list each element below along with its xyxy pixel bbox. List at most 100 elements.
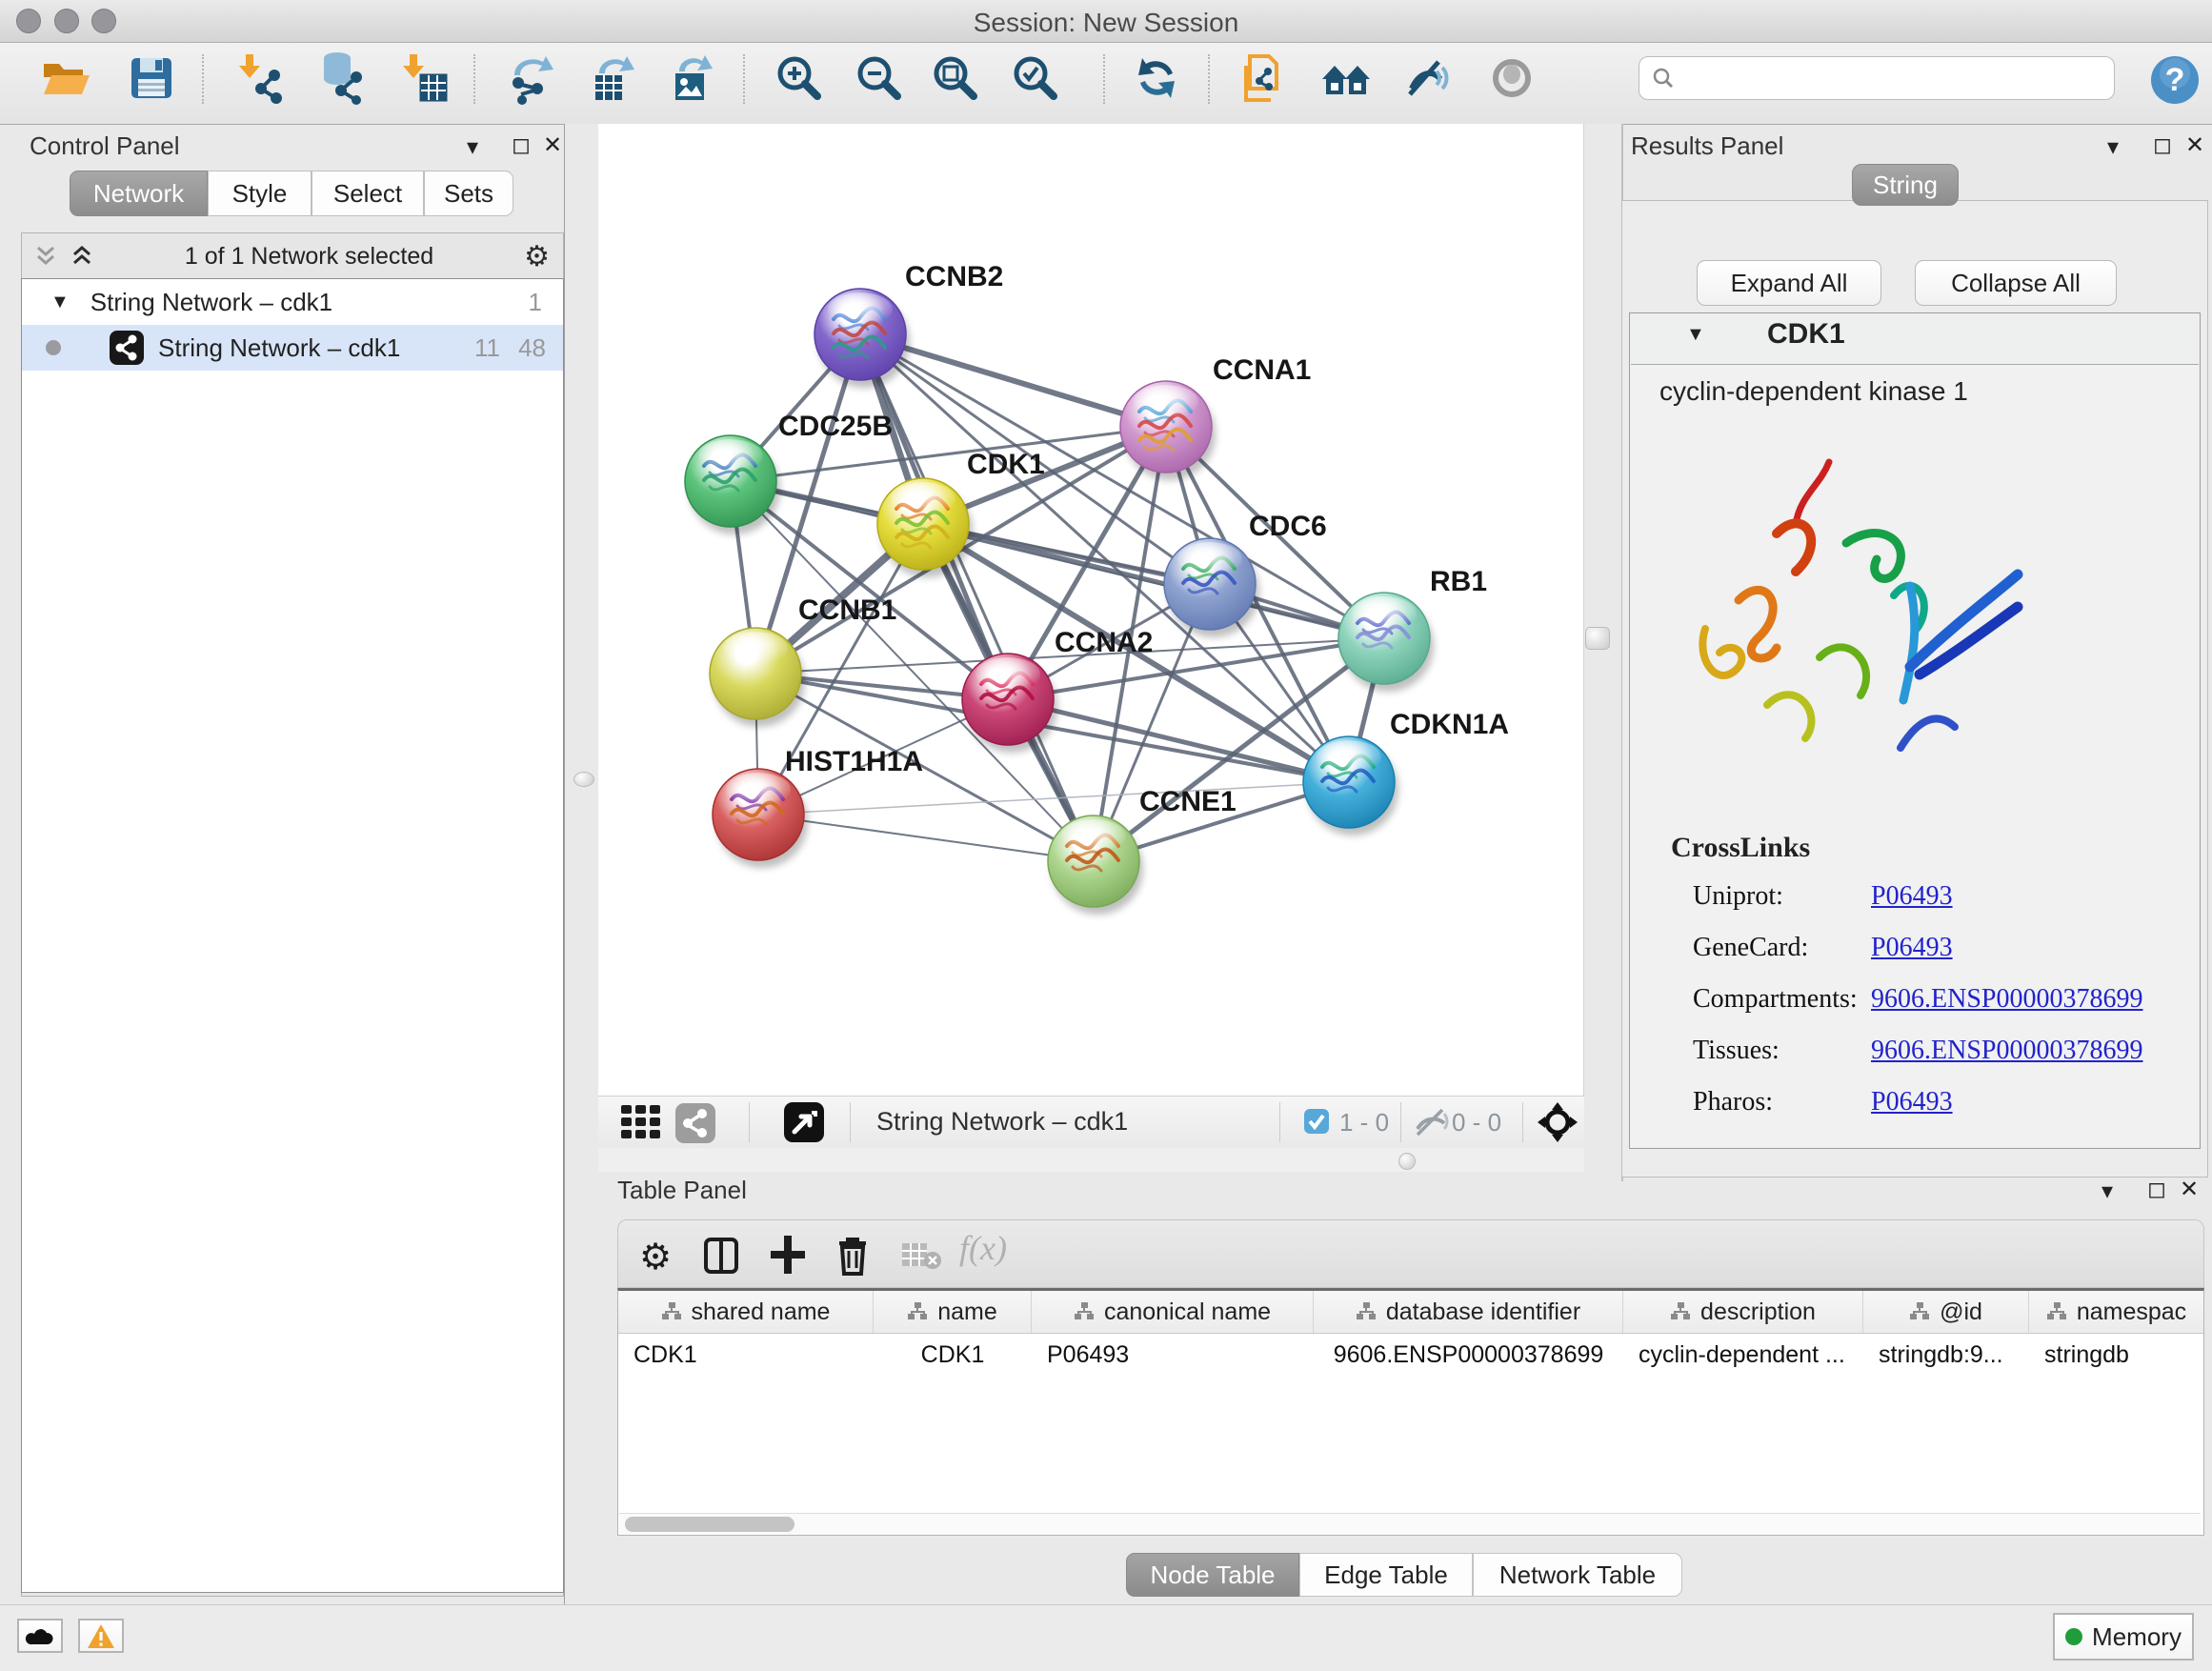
right-splitter-grip[interactable] — [1585, 627, 1610, 650]
column-header[interactable]: namespac — [2029, 1291, 2203, 1333]
network-options-gear-icon[interactable]: ⚙ — [524, 240, 550, 273]
cloud-button[interactable] — [17, 1619, 63, 1653]
warning-button[interactable] — [78, 1619, 124, 1653]
tab-node-table[interactable]: Node Table — [1126, 1553, 1299, 1597]
home-networks-icon[interactable] — [1318, 50, 1374, 106]
tab-edge-table[interactable]: Edge Table — [1299, 1553, 1473, 1597]
open-session-network-icon[interactable] — [1237, 50, 1292, 106]
table-panel-float-icon[interactable]: ◻ — [2147, 1176, 2166, 1203]
table-horizontal-scrollbar[interactable] — [619, 1513, 2201, 1535]
import-network-file-icon[interactable] — [232, 50, 288, 106]
open-folder-icon[interactable] — [38, 50, 93, 106]
zoom-selected-icon[interactable] — [1008, 50, 1063, 106]
cell-canonical-name[interactable]: P06493 — [1032, 1334, 1314, 1376]
tab-style[interactable]: Style — [208, 171, 312, 216]
left-splitter-grip[interactable] — [573, 772, 594, 787]
function-builder-icon[interactable]: f(x) — [959, 1228, 1007, 1268]
grid-view-icon[interactable] — [619, 1103, 663, 1141]
add-column-icon[interactable] — [769, 1234, 807, 1276]
tab-network-table[interactable]: Network Table — [1473, 1553, 1682, 1597]
column-header[interactable]: database identifier — [1314, 1291, 1623, 1333]
birds-eye-view-icon[interactable] — [783, 1101, 825, 1143]
results-panel-float-icon[interactable]: ◻ — [2153, 131, 2172, 159]
delete-column-icon[interactable] — [835, 1234, 870, 1276]
control-panel-float-icon[interactable]: ◻ — [512, 131, 531, 159]
import-table-file-icon[interactable] — [396, 50, 452, 106]
hide-unhide-icon[interactable] — [1400, 50, 1456, 106]
footer-separator — [1279, 1102, 1280, 1142]
crosslink-genecard-link[interactable]: P06493 — [1871, 933, 1953, 963]
footer-separator — [850, 1102, 851, 1142]
main-toolbar: ? — [0, 43, 2212, 125]
column-header[interactable]: shared name — [618, 1291, 874, 1333]
network-canvas[interactable]: CCNB2CCNA1CDC25BCDK1CDC6RB1CCNB1CCNA2CDK… — [598, 124, 1584, 1096]
memory-button[interactable]: Memory — [2053, 1613, 2194, 1661]
export-image-icon[interactable] — [666, 50, 721, 106]
table-panel-close-icon[interactable]: ✕ — [2180, 1176, 2199, 1203]
title-bar: Session: New Session — [0, 0, 2212, 43]
network-collection-row[interactable]: ▼ String Network – cdk1 1 — [22, 279, 563, 325]
selected-checkbox-icon[interactable] — [1303, 1108, 1330, 1135]
expand-all-icon[interactable] — [70, 244, 94, 269]
export-network-icon[interactable] — [505, 50, 560, 106]
horizontal-splitter-grip[interactable] — [1398, 1153, 1416, 1170]
cell-namespace[interactable]: stringdb — [2029, 1334, 2203, 1376]
cell-name[interactable]: CDK1 — [874, 1334, 1032, 1376]
column-header[interactable]: canonical name — [1032, 1291, 1314, 1333]
export-table-icon[interactable] — [586, 50, 641, 106]
left-splitter[interactable] — [564, 124, 599, 1604]
crosslink-compartments-link[interactable]: 9606.ENSP00000378699 — [1871, 984, 2142, 1015]
hidden-eye-icon[interactable] — [1412, 1104, 1450, 1140]
svg-text:?: ? — [2165, 62, 2185, 98]
zoom-fit-icon[interactable] — [928, 50, 983, 106]
cell-shared-name[interactable]: CDK1 — [618, 1334, 874, 1376]
control-panel-menu-icon[interactable]: ▾ — [467, 133, 478, 161]
collapse-all-button[interactable]: Collapse All — [1915, 260, 2117, 306]
import-network-database-icon[interactable] — [312, 50, 368, 106]
right-splitter[interactable] — [1584, 124, 1621, 1172]
crosslink-pharos-link[interactable]: P06493 — [1871, 1087, 1953, 1117]
table-options-gear-icon[interactable]: ⚙ — [639, 1236, 672, 1278]
warning-icon — [87, 1623, 115, 1649]
tab-sets[interactable]: Sets — [424, 171, 513, 216]
table-row[interactable]: CDK1 CDK1 P06493 9606.ENSP00000378699 cy… — [618, 1334, 2203, 1376]
collection-expander-icon[interactable]: ▼ — [50, 292, 70, 313]
delete-table-icon-disabled[interactable] — [900, 1241, 942, 1270]
show-preview-icon[interactable] — [1484, 50, 1539, 106]
results-panel-menu-icon[interactable]: ▾ — [2107, 133, 2119, 161]
crosslink-uniprot-link[interactable]: P06493 — [1871, 881, 1953, 912]
column-header[interactable]: description — [1623, 1291, 1863, 1333]
table-panel-title: Table Panel — [617, 1176, 747, 1205]
svg-text:CDK1: CDK1 — [967, 449, 1045, 480]
cell-database-identifier[interactable]: 9606.ENSP00000378699 — [1314, 1334, 1623, 1376]
column-header[interactable]: @id — [1863, 1291, 2029, 1333]
crosslink-label: GeneCard: — [1693, 933, 1808, 963]
network-icon-gray[interactable] — [674, 1102, 716, 1142]
show-columns-icon[interactable] — [704, 1238, 738, 1274]
memory-status-icon — [2065, 1628, 2082, 1645]
control-panel-close-icon[interactable]: ✕ — [543, 131, 562, 159]
cell-id[interactable]: stringdb:9... — [1863, 1334, 2029, 1376]
search-input[interactable] — [1676, 58, 2114, 98]
expand-all-button[interactable]: Expand All — [1697, 260, 1881, 306]
cdk1-expander-icon[interactable]: ▼ — [1686, 324, 1705, 346]
column-header[interactable]: name — [874, 1291, 1032, 1333]
tab-select[interactable]: Select — [312, 171, 424, 216]
scrollbar-thumb[interactable] — [625, 1517, 794, 1532]
save-session-icon[interactable] — [124, 50, 179, 106]
zoom-out-icon[interactable] — [852, 50, 907, 106]
help-icon[interactable]: ? — [2149, 54, 2201, 106]
results-panel-close-icon[interactable]: ✕ — [2185, 131, 2204, 159]
crosslink-tissues-link[interactable]: 9606.ENSP00000378699 — [1871, 1036, 2142, 1066]
zoom-in-icon[interactable] — [772, 50, 827, 106]
table-panel-menu-icon[interactable]: ▾ — [2101, 1178, 2113, 1205]
network-row[interactable]: String Network – cdk1 11 48 — [22, 325, 563, 371]
tab-network[interactable]: Network — [70, 171, 208, 216]
tab-string[interactable]: String — [1852, 164, 1959, 206]
cell-description[interactable]: cyclin-dependent ... — [1623, 1334, 1863, 1376]
collapse-all-icon[interactable] — [33, 244, 58, 269]
pan-crosshair-icon[interactable] — [1536, 1100, 1579, 1144]
refresh-network-icon[interactable] — [1129, 50, 1184, 106]
horizontal-splitter[interactable] — [598, 1148, 1584, 1172]
network-status-dot-icon — [46, 340, 61, 355]
